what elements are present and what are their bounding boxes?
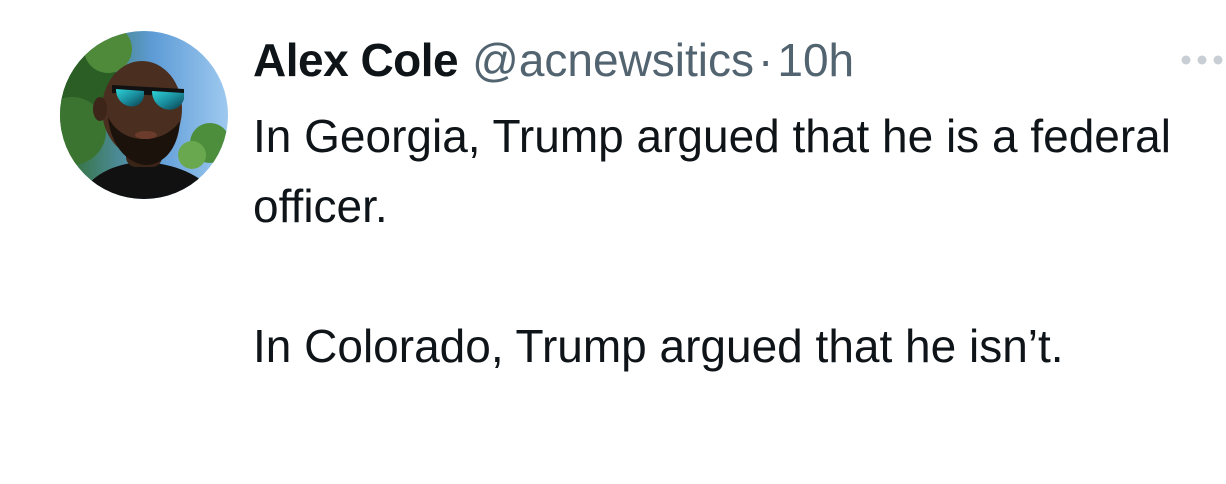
header-separator: · (758, 34, 774, 86)
tweet-paragraph: In Georgia, Trump argued that he is a fe… (253, 110, 1171, 232)
tweet-paragraph: In Colorado, Trump argued that he isn’t. (253, 320, 1064, 372)
tweet-header: Alex Cole @acnewsitics · 10h (253, 30, 854, 90)
author-avatar[interactable] (60, 31, 228, 199)
author-display-name[interactable]: Alex Cole (253, 30, 459, 90)
more-horizontal-icon (1181, 55, 1223, 65)
tweet-timestamp[interactable]: 10h (777, 30, 854, 90)
tweet-card[interactable]: Alex Cole @acnewsitics · 10h In Georgia,… (0, 0, 1226, 484)
avatar-photo (60, 31, 228, 199)
more-options-button[interactable] (1178, 42, 1226, 78)
author-handle[interactable]: @acnewsitics (472, 30, 754, 90)
tweet-text: In Georgia, Trump argued that he is a fe… (253, 101, 1213, 381)
